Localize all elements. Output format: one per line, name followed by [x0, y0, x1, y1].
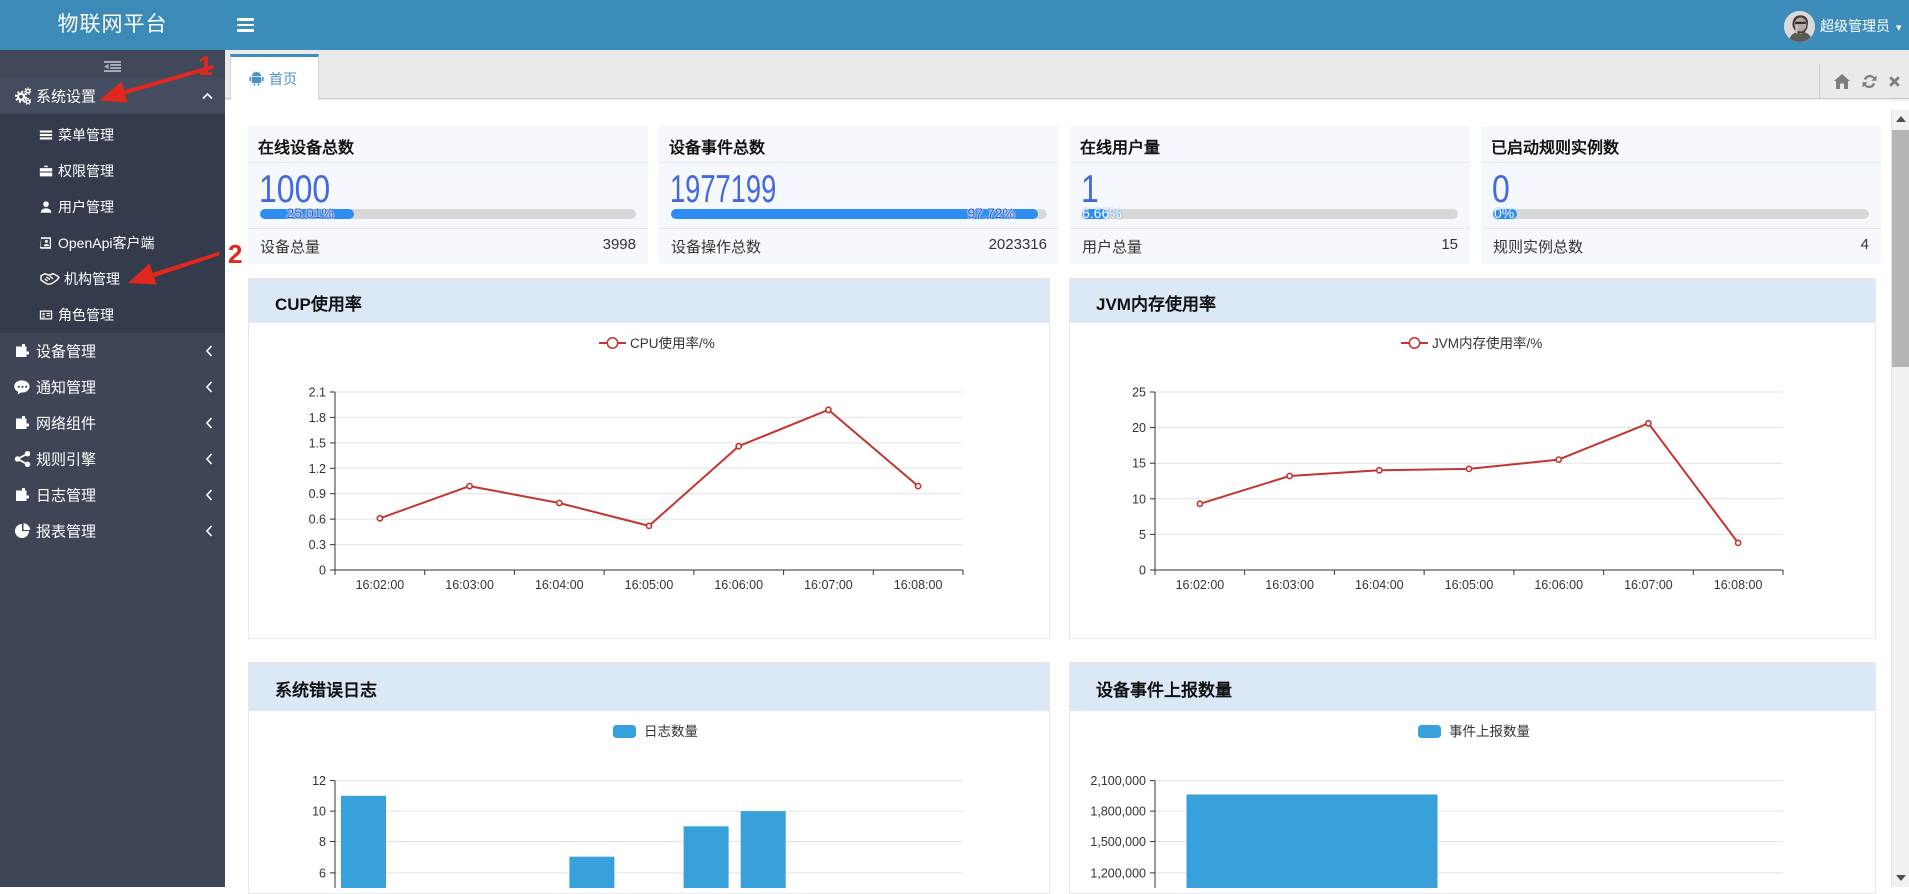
svg-text:16:04:00: 16:04:00: [1355, 578, 1404, 592]
svg-text:0: 0: [319, 564, 326, 578]
svg-text:1,200,000: 1,200,000: [1090, 866, 1146, 880]
svg-text:16:03:00: 16:03:00: [1265, 578, 1314, 592]
svg-text:16:08:00: 16:08:00: [894, 578, 943, 592]
svg-text:16:06:00: 16:06:00: [1534, 578, 1583, 592]
svg-text:1.5: 1.5: [309, 436, 326, 450]
svg-text:10: 10: [312, 805, 326, 819]
svg-text:JVM内存使用率/%: JVM内存使用率/%: [1432, 335, 1542, 351]
svg-text:1.2: 1.2: [309, 462, 326, 476]
svg-text:25: 25: [1132, 386, 1146, 400]
svg-text:8: 8: [319, 835, 326, 849]
svg-text:16:05:00: 16:05:00: [625, 578, 674, 592]
svg-text:0: 0: [1139, 564, 1146, 578]
svg-text:0.6: 0.6: [309, 513, 326, 527]
svg-text:0.9: 0.9: [309, 487, 326, 501]
svg-text:16:02:00: 16:02:00: [1176, 578, 1225, 592]
svg-text:15: 15: [1132, 457, 1146, 471]
svg-text:0.3: 0.3: [309, 538, 326, 552]
svg-text:6: 6: [319, 866, 326, 880]
svg-text:16:05:00: 16:05:00: [1445, 578, 1494, 592]
svg-text:事件上报数量: 事件上报数量: [1449, 724, 1530, 739]
svg-text:2.1: 2.1: [309, 386, 326, 400]
svg-text:20: 20: [1132, 421, 1146, 435]
svg-text:10: 10: [1132, 492, 1146, 506]
svg-text:2,100,000: 2,100,000: [1090, 774, 1146, 788]
svg-text:16:06:00: 16:06:00: [714, 578, 763, 592]
svg-text:16:03:00: 16:03:00: [445, 578, 494, 592]
svg-text:16:02:00: 16:02:00: [356, 578, 405, 592]
svg-text:16:07:00: 16:07:00: [804, 578, 853, 592]
svg-text:16:04:00: 16:04:00: [535, 578, 584, 592]
svg-text:12: 12: [312, 774, 326, 788]
svg-text:16:07:00: 16:07:00: [1624, 578, 1673, 592]
svg-text:日志数量: 日志数量: [644, 724, 698, 739]
svg-text:5: 5: [1139, 528, 1146, 542]
svg-text:1,500,000: 1,500,000: [1090, 835, 1146, 849]
svg-text:1.8: 1.8: [309, 411, 326, 425]
svg-text:1,800,000: 1,800,000: [1090, 805, 1146, 819]
svg-text:CPU使用率/%: CPU使用率/%: [630, 335, 715, 351]
svg-text:16:08:00: 16:08:00: [1714, 578, 1763, 592]
